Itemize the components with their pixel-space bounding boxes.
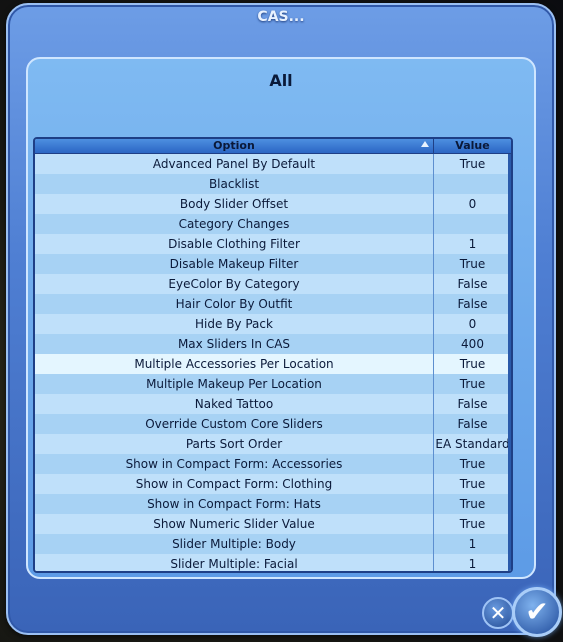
options-table: Option Value Advanced Panel By Default Tr…: [33, 137, 513, 573]
option-cell: Show Numeric Slider Value: [35, 514, 434, 534]
value-cell: True: [459, 457, 486, 471]
value-cell: True: [459, 257, 486, 271]
table-header: Option Value: [35, 139, 511, 154]
option-cell: Blacklist: [35, 174, 434, 194]
table-row[interactable]: Multiple Makeup Per Location True: [35, 374, 511, 394]
dialog-title: CAS...: [257, 9, 305, 25]
value-cell: True: [459, 357, 486, 371]
column-header-value[interactable]: Value: [434, 139, 511, 153]
option-cell: Max Sliders In CAS: [35, 334, 434, 354]
table-row[interactable]: Max Sliders In CAS 400: [35, 334, 511, 354]
value-cell: 1: [468, 237, 477, 251]
value-cell: True: [459, 477, 486, 491]
checkmark-icon: ✔: [525, 595, 549, 628]
option-cell: Slider Multiple: Body: [35, 534, 434, 554]
value-cell: True: [459, 377, 486, 391]
table-row[interactable]: Hide By Pack 0: [35, 314, 511, 334]
table-row[interactable]: Show in Compact Form: Accessories True: [35, 454, 511, 474]
table-row[interactable]: Disable Makeup Filter True: [35, 254, 511, 274]
table-row[interactable]: EyeColor By Category False: [35, 274, 511, 294]
option-cell: Show in Compact Form: Clothing: [35, 474, 434, 494]
option-cell: EyeColor By Category: [35, 274, 434, 294]
option-cell: Override Custom Core Sliders: [35, 414, 434, 434]
option-cell: Body Slider Offset: [35, 194, 434, 214]
value-cell: [434, 174, 511, 194]
option-cell: Show in Compact Form: Accessories: [35, 454, 434, 474]
option-cell: Show in Compact Form: Hats: [35, 494, 434, 514]
cas-dialog: CAS... All Option Value Advanced Panel B…: [6, 3, 562, 637]
table-row[interactable]: Slider Multiple: Body 1: [35, 534, 511, 554]
table-row[interactable]: Show Numeric Slider Value True: [35, 514, 511, 534]
option-cell: Hair Color By Outfit: [35, 294, 434, 314]
option-cell: Disable Makeup Filter: [35, 254, 434, 274]
option-cell: Multiple Makeup Per Location: [35, 374, 434, 394]
table-row[interactable]: Multiple Accessories Per Location True: [35, 354, 511, 374]
value-cell: True: [459, 157, 486, 171]
value-cell: True: [459, 497, 486, 511]
column-header-option-label: Option: [213, 139, 255, 152]
option-cell: Category Changes: [35, 214, 434, 234]
table-row[interactable]: Slider Multiple: Facial 1: [35, 554, 511, 571]
value-cell: 400: [461, 337, 484, 351]
close-button[interactable]: ✕: [482, 597, 514, 629]
table-row[interactable]: Override Custom Core Sliders False: [35, 414, 511, 434]
value-cell: EA Standard: [435, 437, 510, 451]
option-cell: Naked Tattoo: [35, 394, 434, 414]
value-cell: False: [457, 397, 488, 411]
option-cell: Multiple Accessories Per Location: [35, 354, 434, 374]
table-row[interactable]: Category Changes: [35, 214, 511, 234]
value-cell: 1: [468, 557, 477, 571]
value-cell: 0: [468, 197, 477, 211]
value-cell: True: [459, 517, 486, 531]
table-row[interactable]: Disable Clothing Filter 1: [35, 234, 511, 254]
value-cell: False: [457, 297, 488, 311]
option-cell: Disable Clothing Filter: [35, 234, 434, 254]
accept-button[interactable]: ✔: [512, 587, 562, 637]
panel-title: All: [269, 71, 293, 90]
option-cell: Parts Sort Order: [35, 434, 434, 454]
options-panel: All Option Value Advanced Panel By Defau…: [26, 57, 536, 579]
sort-ascending-icon: [421, 141, 429, 147]
option-cell: Advanced Panel By Default: [35, 154, 434, 174]
table-row[interactable]: Show in Compact Form: Hats True: [35, 494, 511, 514]
table-row[interactable]: Show in Compact Form: Clothing True: [35, 474, 511, 494]
value-cell: False: [457, 277, 488, 291]
table-row[interactable]: Hair Color By Outfit False: [35, 294, 511, 314]
table-row[interactable]: Parts Sort Order EA Standard: [35, 434, 511, 454]
column-header-option[interactable]: Option: [35, 139, 434, 153]
table-body: Advanced Panel By Default True Blacklist Bo…: [35, 154, 511, 571]
option-cell: Slider Multiple: Facial: [35, 554, 434, 571]
close-icon: ✕: [489, 601, 507, 625]
value-cell: 0: [468, 317, 477, 331]
scrollbar[interactable]: [508, 154, 511, 571]
table-row[interactable]: Body Slider Offset 0: [35, 194, 511, 214]
option-cell: Hide By Pack: [35, 314, 434, 334]
table-row[interactable]: Blacklist: [35, 174, 511, 194]
value-cell: False: [457, 417, 488, 431]
table-row[interactable]: Advanced Panel By Default True: [35, 154, 511, 174]
value-cell: [434, 214, 511, 234]
value-cell: 1: [468, 537, 477, 551]
table-row[interactable]: Naked Tattoo False: [35, 394, 511, 414]
